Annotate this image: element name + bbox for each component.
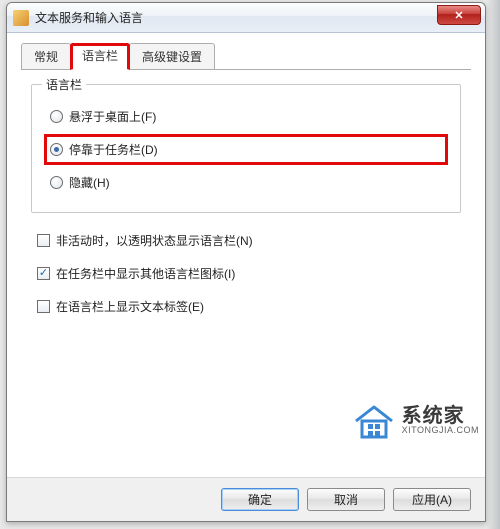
- radio-icon: [50, 176, 63, 189]
- button-bar: 确定 取消 应用(A): [7, 477, 485, 521]
- dialog-window: 文本服务和输入语言 ✕ 常规 语言栏 高级键设置 语言栏 悬浮于桌面上(F) 停…: [6, 2, 486, 522]
- watermark: 系统家 XITONGJIA.COM: [350, 399, 479, 441]
- tab-panel-language-bar: 语言栏 悬浮于桌面上(F) 停靠于任务栏(D) 隐藏(H) 非活动时，以透明状态: [21, 70, 471, 338]
- checkbox-icon: [37, 300, 50, 313]
- window-title: 文本服务和输入语言: [35, 9, 143, 26]
- radio-hidden[interactable]: 隐藏(H): [44, 167, 448, 198]
- close-button[interactable]: ✕: [437, 5, 481, 25]
- tab-general[interactable]: 常规: [21, 43, 71, 69]
- titlebar: 文本服务和输入语言 ✕: [7, 3, 485, 33]
- tabstrip: 常规 语言栏 高级键设置: [21, 43, 471, 70]
- groupbox-title: 语言栏: [42, 76, 86, 93]
- checkbox-show-text-labels[interactable]: 在语言栏上显示文本标签(E): [31, 291, 461, 322]
- radio-icon: [50, 110, 63, 123]
- radio-float-desktop[interactable]: 悬浮于桌面上(F): [44, 101, 448, 132]
- checkbox-transparent-inactive[interactable]: 非活动时，以透明状态显示语言栏(N): [31, 225, 461, 256]
- watermark-en: XITONGJIA.COM: [402, 426, 479, 435]
- checkbox-label: 在任务栏中显示其他语言栏图标(I): [56, 265, 235, 282]
- radio-icon: [50, 143, 63, 156]
- tab-language-bar[interactable]: 语言栏: [70, 43, 130, 70]
- radio-dock-taskbar[interactable]: 停靠于任务栏(D): [44, 134, 448, 165]
- app-icon: [13, 10, 29, 26]
- content-area: 常规 语言栏 高级键设置 语言栏 悬浮于桌面上(F) 停靠于任务栏(D) 隐藏(…: [7, 33, 485, 477]
- watermark-logo-icon: [350, 399, 398, 441]
- groupbox-language-bar: 语言栏 悬浮于桌面上(F) 停靠于任务栏(D) 隐藏(H): [31, 84, 461, 213]
- watermark-cn: 系统家: [402, 406, 479, 426]
- checkbox-icon: ✓: [37, 267, 50, 280]
- frame-shadow: [486, 0, 500, 529]
- cancel-button[interactable]: 取消: [307, 488, 385, 511]
- radio-label: 悬浮于桌面上(F): [69, 108, 156, 125]
- watermark-text: 系统家 XITONGJIA.COM: [402, 406, 479, 435]
- ok-button[interactable]: 确定: [221, 488, 299, 511]
- radio-label: 隐藏(H): [69, 174, 110, 191]
- checkbox-label: 在语言栏上显示文本标签(E): [56, 298, 204, 315]
- tab-advanced-keys[interactable]: 高级键设置: [129, 43, 215, 69]
- close-icon: ✕: [454, 9, 463, 22]
- radio-label: 停靠于任务栏(D): [69, 141, 158, 158]
- checkbox-icon: [37, 234, 50, 247]
- apply-button[interactable]: 应用(A): [393, 488, 471, 511]
- checkbox-show-other-icons[interactable]: ✓ 在任务栏中显示其他语言栏图标(I): [31, 258, 461, 289]
- checkbox-label: 非活动时，以透明状态显示语言栏(N): [56, 232, 253, 249]
